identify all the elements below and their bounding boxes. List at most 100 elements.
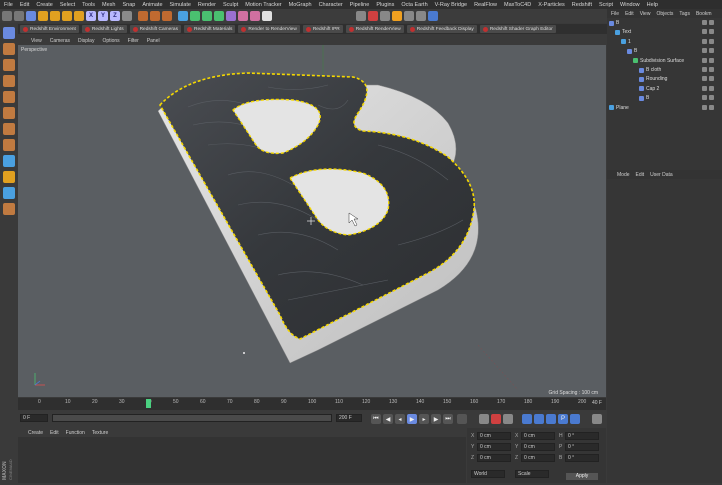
octane-icon[interactable] [392,11,402,21]
previous-key-icon[interactable]: ◀ [383,414,393,424]
editor-visibility-dot[interactable] [702,95,707,101]
editor-visibility-dot[interactable] [702,20,707,25]
move-icon[interactable] [38,11,48,21]
rs-tab-render-to-renderview[interactable]: Render to RenderView [238,25,300,33]
object-row[interactable]: Rounding [639,75,667,83]
object-menu-objects[interactable]: Objects [656,11,673,17]
editor-visibility-dot[interactable] [702,76,707,82]
scale-key-icon[interactable] [534,414,544,424]
editor-visibility-dot[interactable] [702,29,707,35]
object-menu-view[interactable]: View [640,11,651,17]
menu-pipeline[interactable]: Pipeline [350,2,370,8]
object-row[interactable]: B [627,47,637,55]
menu-motion-tracker[interactable]: Motion Tracker [245,2,281,8]
script-icon[interactable] [356,11,366,21]
maxtoc4d-icon[interactable] [428,11,438,21]
next-frame-icon[interactable]: ▸ [419,414,429,424]
render-picture-viewer-icon[interactable] [150,11,160,21]
render-visibility-dot[interactable] [709,95,714,101]
attribute-menu-user-data[interactable]: User Data [650,172,673,178]
render-visibility-dot[interactable] [709,104,714,110]
render-visibility-dot[interactable] [709,38,714,44]
menu-redshift[interactable]: Redshift [572,2,592,8]
model-mode-icon[interactable] [2,43,15,55]
rs-tab-redshift-cameras[interactable]: Redshift Cameras [129,25,181,33]
object-row[interactable]: B [639,94,649,102]
current-frame-marker[interactable] [146,399,151,408]
editor-visibility-dot[interactable] [702,48,707,54]
menu-mesh[interactable]: Mesh [102,2,115,8]
live-select-icon[interactable] [26,11,36,21]
render-visibility-dot[interactable] [709,29,714,35]
menu-mograph[interactable]: MoGraph [289,2,312,8]
menu-tools[interactable]: Tools [82,2,95,8]
menu-simulate[interactable]: Simulate [170,2,191,8]
autokey-icon[interactable] [491,414,501,424]
subdivision-icon[interactable] [202,11,212,21]
redo-icon[interactable] [14,11,24,21]
object-row[interactable]: Subdivision Surface [633,57,684,65]
coordinate-system-icon[interactable] [122,11,132,21]
editor-visibility-dot[interactable] [702,67,707,72]
apply-button[interactable]: Apply [566,473,598,480]
object-menu-tags[interactable]: Tags [679,11,690,17]
editor-visibility-dot[interactable] [702,85,707,91]
menu-sculpt[interactable]: Sculpt [223,2,238,8]
coord-field[interactable]: 0 ° [565,432,599,440]
rs-tab-redshift-materials[interactable]: Redshift Materials [183,25,236,33]
render-visibility-dot[interactable] [709,20,714,25]
menu-select[interactable]: Select [60,2,75,8]
rotate-icon[interactable] [62,11,72,21]
rs-tab-redshift-feedback-display[interactable]: Redshift Feedback Display [406,25,477,33]
visibility-toggle[interactable] [702,48,718,54]
editor-visibility-dot[interactable] [702,104,707,110]
object-row[interactable]: 1 [621,38,631,46]
viewport[interactable]: Perspective Grid Spacing: 100 cm [18,45,606,397]
menu-x-particles[interactable]: X-Particles [538,2,565,8]
menu-plugins[interactable]: Plugins [376,2,394,8]
render-visibility-dot[interactable] [709,67,714,72]
menu-realflow[interactable]: RealFlow [474,2,497,8]
menu-script[interactable]: Script [599,2,613,8]
y-axis-button[interactable]: Y [98,11,108,21]
visibility-toggle[interactable] [702,29,718,35]
viewport-menu-view[interactable]: View [31,38,42,44]
workplane-mode-icon[interactable] [2,75,15,87]
material-menu-edit[interactable]: Edit [50,430,59,436]
loop-icon[interactable] [457,414,467,424]
viewport-menu-panel[interactable]: Panel [147,38,160,44]
object-menu-file[interactable]: File [611,11,619,17]
object-row[interactable]: Plane [609,104,629,112]
menu-window[interactable]: Window [620,2,640,8]
go-to-start-icon[interactable]: ⏮ [371,414,381,424]
record-keys-icon[interactable] [479,414,489,424]
visibility-toggle[interactable] [702,76,718,82]
xp-icon[interactable] [380,11,390,21]
coord-field[interactable]: 0 cm [521,432,555,440]
light-icon[interactable] [262,11,272,21]
coord-field[interactable]: 0 cm [477,454,511,462]
render-visibility-dot[interactable] [709,76,714,82]
visibility-toggle[interactable] [702,57,718,64]
viewport-menu-options[interactable]: Options [102,38,119,44]
object-menu-bookm[interactable]: Bookm [696,11,712,17]
snap-icon[interactable] [2,171,15,183]
coord-field[interactable]: 0 cm [477,443,511,451]
redshift-icon[interactable] [368,11,378,21]
render-visibility-dot[interactable] [709,57,714,63]
rotation-key-icon[interactable] [546,414,556,424]
pla-key-icon[interactable] [570,414,580,424]
rs-tab-redshift-environment[interactable]: Redshift Environment [20,25,79,33]
menu-snap[interactable]: Snap [122,2,135,8]
recent-tool-icon[interactable] [74,11,84,21]
axis-mode-icon[interactable] [2,139,15,151]
coord-field[interactable]: 0 cm [521,454,555,462]
deformer-icon[interactable] [226,11,236,21]
texture-mode-icon[interactable] [2,59,15,71]
coord-field[interactable]: 0 cm [477,432,511,440]
x-axis-button[interactable]: X [86,11,96,21]
points-mode-icon[interactable] [2,91,15,103]
menu-create[interactable]: Create [36,2,53,8]
viewport-menu-display[interactable]: Display [78,38,94,44]
camera-icon[interactable] [250,11,260,21]
